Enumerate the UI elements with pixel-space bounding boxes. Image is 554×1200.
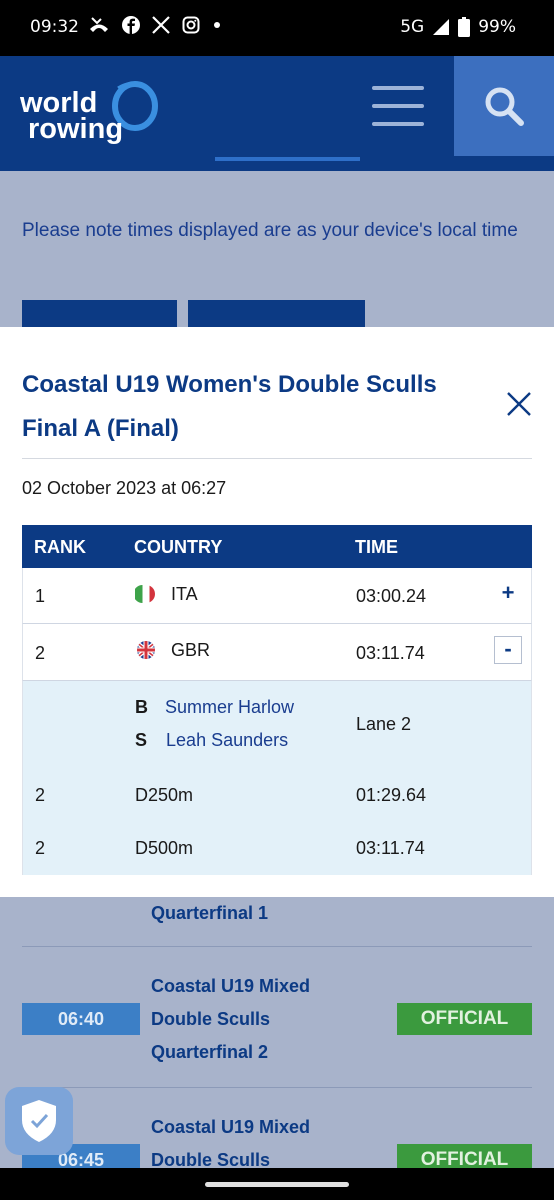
country-cell: ITA bbox=[135, 584, 198, 605]
split-distance: D500m bbox=[135, 838, 194, 858]
divider bbox=[22, 458, 532, 459]
header-progress-indicator bbox=[215, 157, 360, 161]
instagram-icon bbox=[182, 16, 200, 34]
country-header: COUNTRY bbox=[134, 537, 223, 557]
privacy-shield-button[interactable] bbox=[5, 1087, 73, 1155]
race-list: Quarterfinal 1 Coastal U19 Mixed Double … bbox=[0, 897, 554, 1200]
system-nav-bar bbox=[0, 1168, 554, 1200]
race-name-line: Double Sculls bbox=[151, 1009, 271, 1029]
table-row[interactable]: 2 GBR 03:11.74 - bbox=[22, 624, 532, 681]
search-icon bbox=[485, 87, 524, 126]
table-row[interactable]: 1 ITA 03:00.24 + bbox=[22, 568, 532, 624]
search-button[interactable] bbox=[454, 56, 554, 156]
race-name[interactable]: Coastal U19 Mixed Double Sculls Quarterf… bbox=[151, 970, 310, 1069]
race-time[interactable]: 06:40 bbox=[22, 1003, 140, 1035]
missed-call-icon bbox=[90, 17, 108, 32]
day-tab[interactable] bbox=[22, 300, 177, 328]
menu-icon-bar bbox=[372, 86, 424, 90]
collapse-button[interactable]: - bbox=[494, 636, 522, 664]
divider bbox=[22, 946, 532, 947]
italy-flag-icon bbox=[135, 585, 157, 603]
status-bar: 09:32 5G 99% bbox=[0, 0, 554, 56]
expand-button[interactable]: + bbox=[494, 580, 522, 608]
uk-flag-icon bbox=[137, 641, 155, 659]
race-date: 02 October 2023 at 06:27 bbox=[22, 478, 227, 498]
crew-details: B Summer Harlow S Leah Saunders Lane 2 2… bbox=[22, 681, 532, 875]
network-label: 5G bbox=[400, 17, 425, 37]
x-icon bbox=[152, 16, 170, 34]
home-gesture-handle[interactable] bbox=[205, 1182, 349, 1187]
status-time: 09:32 bbox=[30, 17, 79, 37]
time-header: TIME bbox=[355, 537, 398, 557]
seat-position: B bbox=[135, 697, 148, 717]
crew-member: S Leah Saunders bbox=[135, 730, 288, 751]
race-result-modal: Coastal U19 Women's Double Sculls Final … bbox=[0, 327, 554, 897]
country-code: ITA bbox=[171, 584, 198, 604]
seat-position: S bbox=[135, 730, 148, 750]
crew-member: B Summer Harlow bbox=[135, 697, 294, 718]
country-cell: GBR bbox=[135, 640, 210, 661]
split-distance: D250m bbox=[135, 785, 194, 805]
close-button[interactable] bbox=[506, 391, 532, 417]
close-icon bbox=[507, 392, 531, 416]
race-name[interactable]: Quarterfinal 1 bbox=[151, 897, 268, 930]
site-header: world rowing bbox=[0, 56, 554, 171]
split-time: 03:11.74 bbox=[356, 838, 425, 858]
country-code: GBR bbox=[171, 640, 211, 660]
menu-icon-bar bbox=[372, 104, 424, 108]
rank-header: RANK bbox=[34, 537, 86, 557]
facebook-icon bbox=[122, 16, 140, 34]
race-title-line2: Final A (Final) bbox=[22, 415, 179, 442]
status-badge: OFFICIAL bbox=[397, 1003, 532, 1035]
race-name-line: Coastal U19 Mixed bbox=[151, 976, 311, 996]
race-title-line1: Coastal U19 Women's Double Sculls bbox=[22, 371, 437, 398]
menu-icon-bar bbox=[372, 122, 424, 126]
world-rowing-logo[interactable]: world rowing bbox=[19, 78, 160, 148]
battery-label: 99% bbox=[478, 17, 516, 37]
lane-label: Lane 2 bbox=[356, 714, 412, 734]
race-name-line: Double Sculls bbox=[151, 1150, 271, 1170]
rank-cell: 2 bbox=[35, 643, 46, 663]
time-cell: 03:00.24 bbox=[356, 586, 427, 606]
race-name-line: Coastal U19 Mixed bbox=[151, 1117, 311, 1137]
athlete-name-link[interactable]: Leah Saunders bbox=[166, 730, 288, 750]
divider bbox=[22, 1087, 532, 1088]
time-cell: 03:11.74 bbox=[356, 643, 425, 663]
table-header: RANK COUNTRY TIME bbox=[22, 525, 532, 568]
split-rank: 2 bbox=[35, 838, 46, 858]
signal-icon bbox=[433, 19, 450, 35]
dot-icon bbox=[214, 22, 220, 28]
menu-button[interactable] bbox=[372, 86, 424, 126]
split-rank: 2 bbox=[35, 785, 46, 805]
rank-cell: 1 bbox=[35, 586, 46, 606]
battery-icon bbox=[458, 17, 471, 37]
shield-check-icon bbox=[22, 1100, 56, 1142]
race-title: Coastal U19 Women's Double Sculls Final … bbox=[22, 363, 492, 451]
timezone-note: Please note times displayed are as your … bbox=[22, 220, 518, 241]
svg-text:rowing: rowing bbox=[28, 113, 123, 145]
athlete-name-link[interactable]: Summer Harlow bbox=[165, 697, 294, 717]
day-tab[interactable] bbox=[188, 300, 365, 328]
race-name-line: Quarterfinal 2 bbox=[151, 1042, 269, 1062]
results-table: RANK COUNTRY TIME 1 ITA 03:00.24 + 2 GBR… bbox=[22, 525, 532, 875]
split-time: 01:29.64 bbox=[356, 785, 427, 805]
